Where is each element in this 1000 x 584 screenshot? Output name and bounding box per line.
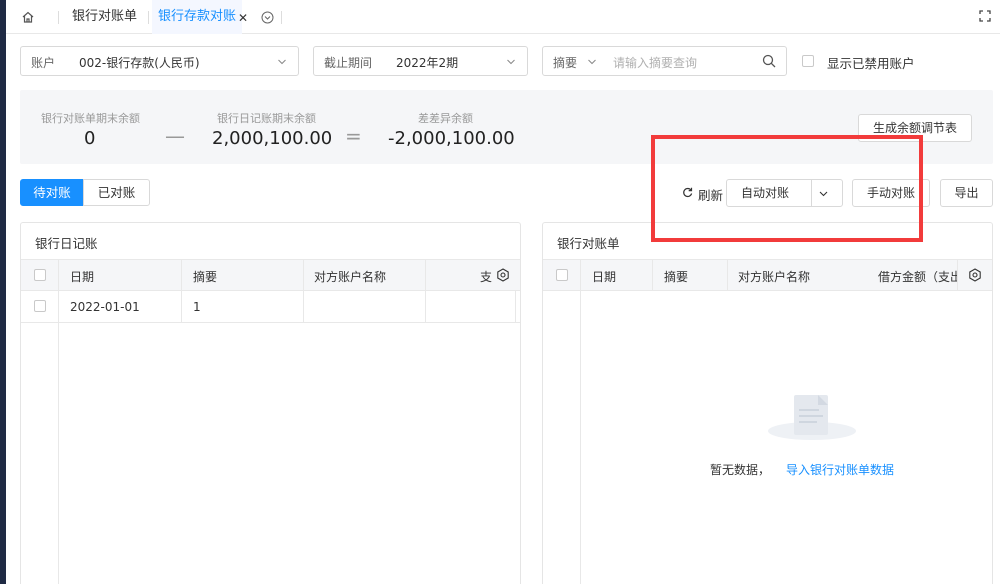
column-date[interactable]: 日期	[70, 268, 94, 285]
row-summary: 1	[193, 300, 201, 314]
table-row[interactable]: 2022-01-01 1	[21, 291, 520, 323]
tab-separator	[58, 11, 59, 24]
import-statement-link[interactable]: 导入银行对账单数据	[786, 461, 894, 478]
difference-caption: 差差异余额	[418, 112, 473, 125]
column-divider	[580, 259, 581, 584]
empty-state-text: 暂无数据，	[710, 463, 771, 477]
tab-bank-deposit-reconcile[interactable]: 银行存款对账	[152, 0, 243, 34]
show-disabled-checkbox[interactable]	[802, 55, 814, 67]
button-divider	[811, 180, 812, 206]
summary-search-input[interactable]: 请输入摘要查询	[613, 54, 697, 71]
period-select[interactable]: 截止期间 2022年2期	[313, 46, 528, 76]
close-icon[interactable]: ✕	[238, 11, 248, 25]
chevron-down-circle-icon[interactable]	[261, 11, 274, 24]
account-select[interactable]: 账户 002-银行存款(人民币)	[20, 46, 299, 76]
column-amount[interactable]: 支	[480, 268, 492, 285]
account-value: 002-银行存款(人民币)	[79, 56, 200, 70]
auto-reconcile-button[interactable]: 自动对账	[726, 179, 843, 207]
journal-balance-caption: 银行日记账期末余额	[217, 112, 316, 125]
select-all-checkbox[interactable]	[556, 269, 568, 281]
bank-journal-panel: 银行日记账 日期 摘要 对方账户名称 支 2022-01-01 1	[20, 222, 521, 584]
row-date: 2022-01-01	[70, 300, 140, 314]
column-summary[interactable]: 摘要	[193, 268, 217, 285]
column-summary[interactable]: 摘要	[664, 268, 688, 285]
period-label: 截止期间	[324, 56, 373, 70]
column-counterparty[interactable]: 对方账户名称	[738, 268, 810, 285]
chevron-down-icon[interactable]	[819, 189, 828, 198]
journal-balance-value: 2,000,100.00	[212, 128, 333, 149]
bank-journal-header: 日期 摘要 对方账户名称 支	[21, 259, 520, 291]
show-disabled-label[interactable]: 显示已禁用账户	[827, 53, 915, 72]
export-button[interactable]: 导出	[940, 179, 993, 207]
statement-balance-caption: 银行对账单期末余额	[41, 112, 140, 125]
tab-bar: 银行对账单 银行存款对账 ✕	[6, 0, 1000, 34]
column-debit-amount[interactable]: 借方金额（支出	[878, 268, 962, 285]
column-settings-icon[interactable]	[496, 268, 510, 282]
tab-reconciled[interactable]: 已对账	[83, 179, 150, 206]
app-window: 银行对账单 银行存款对账 ✕ 账户 002-银行存款(人民币) 截止期间 202…	[6, 0, 1000, 584]
equals-operator: =	[345, 124, 362, 148]
row-checkbox[interactable]	[34, 300, 46, 312]
summary-search[interactable]: 摘要 请输入摘要查询	[542, 46, 787, 76]
tab-bank-statement[interactable]: 银行对账单	[72, 0, 137, 34]
chevron-down-icon	[278, 59, 286, 65]
bank-statement-panel: 银行对账单 日期 摘要 对方账户名称 借方金额（支出 暂无数据， 导入银行对账单…	[542, 222, 993, 584]
select-all-checkbox[interactable]	[34, 269, 46, 281]
manual-reconcile-button[interactable]: 手动对账	[852, 179, 930, 207]
minus-operator: —	[165, 124, 185, 148]
tab-separator	[281, 11, 282, 24]
column-divider	[727, 259, 728, 291]
balance-summary: 银行对账单期末余额 0 — 银行日记账期末余额 2,000,100.00 = 差…	[20, 90, 993, 164]
summary-filter-label[interactable]: 摘要	[553, 54, 577, 71]
refresh-icon[interactable]	[682, 187, 693, 198]
empty-state-illustration	[768, 395, 856, 440]
column-date[interactable]: 日期	[592, 268, 616, 285]
bank-journal-title: 银行日记账	[35, 236, 98, 251]
column-divider	[652, 259, 653, 291]
fullscreen-icon[interactable]	[979, 10, 991, 22]
refresh-button[interactable]: 刷新	[698, 185, 723, 204]
chevron-down-icon[interactable]	[588, 58, 596, 66]
tab-pending[interactable]: 待对账	[20, 179, 84, 206]
chevron-down-icon	[507, 59, 515, 65]
column-counterparty[interactable]: 对方账户名称	[314, 268, 386, 285]
generate-adjustment-button[interactable]: 生成余额调节表	[858, 114, 972, 142]
search-icon[interactable]	[762, 54, 776, 68]
difference-value: -2,000,100.00	[388, 128, 515, 149]
home-icon[interactable]	[20, 9, 36, 25]
account-label: 账户	[31, 56, 56, 70]
tab-separator	[148, 11, 149, 24]
bank-statement-title: 银行对账单	[557, 236, 620, 251]
bank-statement-header: 日期 摘要 对方账户名称 借方金额（支出	[543, 259, 992, 291]
auto-reconcile-label: 自动对账	[741, 186, 790, 200]
period-value: 2022年2期	[396, 56, 459, 70]
statement-balance-value: 0	[84, 128, 96, 149]
column-settings-icon[interactable]	[968, 268, 982, 282]
